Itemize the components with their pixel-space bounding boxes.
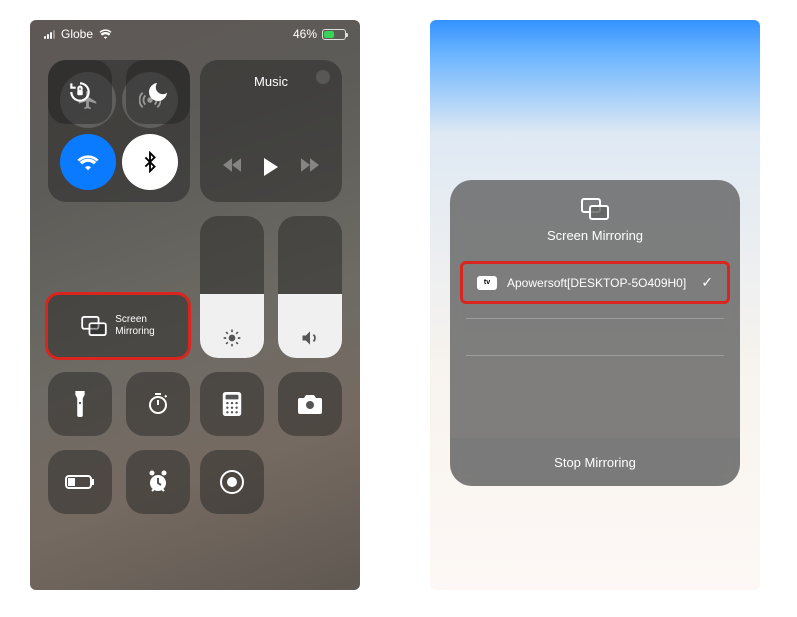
orientation-lock-toggle[interactable] bbox=[48, 60, 112, 124]
battery-fill bbox=[324, 31, 334, 38]
play-icon[interactable] bbox=[263, 158, 279, 176]
stop-mirroring-label: Stop Mirroring bbox=[554, 455, 636, 470]
screen-mirroring-icon bbox=[580, 198, 610, 220]
check-icon: ✓ bbox=[701, 274, 713, 291]
battery-percent-label: 46% bbox=[293, 27, 317, 41]
brightness-slider[interactable] bbox=[200, 216, 264, 358]
battery-icon bbox=[322, 29, 346, 40]
control-center: Music bbox=[48, 60, 342, 570]
carrier-label: Globe bbox=[61, 27, 93, 41]
separator bbox=[466, 318, 724, 319]
screen-mirroring-label: Screen Mirroring bbox=[115, 314, 154, 338]
brightness-icon bbox=[200, 328, 264, 348]
volume-icon bbox=[278, 328, 342, 348]
music-title: Music bbox=[200, 74, 342, 89]
bluetooth-toggle[interactable] bbox=[122, 134, 178, 190]
separator bbox=[466, 355, 724, 356]
wifi-toggle[interactable] bbox=[60, 134, 116, 190]
phone-control-center: Globe 46% bbox=[30, 20, 360, 590]
screen-mirroring-icon bbox=[81, 316, 107, 336]
screen-mirroring-sheet: Screen Mirroring tv Apowersoft[DESKTOP-5… bbox=[450, 180, 740, 486]
signal-bars-icon bbox=[44, 29, 55, 39]
music-module[interactable]: Music bbox=[200, 60, 342, 202]
alarm-button[interactable] bbox=[126, 450, 190, 514]
next-track-icon[interactable] bbox=[301, 158, 319, 176]
brightness-fill bbox=[200, 294, 264, 358]
status-bar: Globe 46% bbox=[30, 20, 360, 48]
screen-mirroring-button[interactable]: Screen Mirroring bbox=[45, 292, 191, 360]
phone-mirroring-sheet: Screen Mirroring tv Apowersoft[DESKTOP-5… bbox=[430, 20, 760, 590]
sheet-title: Screen Mirroring bbox=[547, 228, 643, 243]
volume-slider[interactable] bbox=[278, 216, 342, 358]
stop-mirroring-button[interactable]: Stop Mirroring bbox=[450, 438, 740, 486]
prev-track-icon[interactable] bbox=[223, 158, 241, 176]
flashlight-button[interactable] bbox=[48, 372, 112, 436]
do-not-disturb-toggle[interactable] bbox=[126, 60, 190, 124]
low-power-mode-toggle[interactable] bbox=[48, 450, 112, 514]
calculator-button[interactable] bbox=[200, 372, 264, 436]
timer-button[interactable] bbox=[126, 372, 190, 436]
camera-button[interactable] bbox=[278, 372, 342, 436]
wifi-status-icon bbox=[99, 29, 112, 39]
device-name-label: Apowersoft[DESKTOP-5O409H0] bbox=[507, 276, 691, 290]
screen-record-button[interactable] bbox=[200, 450, 264, 514]
mirroring-device-row[interactable]: tv Apowersoft[DESKTOP-5O409H0] ✓ bbox=[460, 261, 730, 304]
appletv-icon: tv bbox=[477, 276, 497, 290]
volume-fill bbox=[278, 294, 342, 358]
